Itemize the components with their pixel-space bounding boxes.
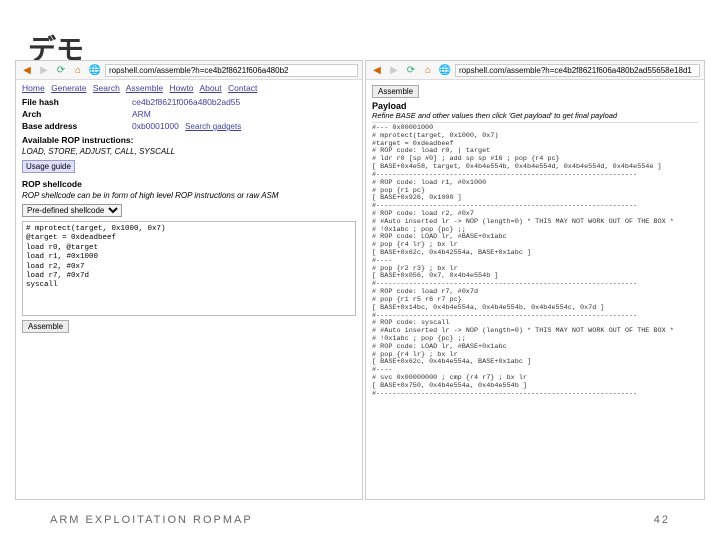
nav-assemble[interactable]: Assemble [126, 83, 163, 93]
page-content-right: Assemble Payload Refine BASE and other v… [366, 80, 704, 499]
base-value: 0xb0001000 [132, 121, 179, 131]
browser-window-left: ◀ ▶ ⟳ ⌂ 🌐 ropshell.com/assemble?h=ce4b2f… [15, 60, 363, 500]
site-icon: 🌐 [88, 63, 102, 77]
payload-subtitle: Refine BASE and other values then click … [372, 111, 698, 120]
shellcode-textarea[interactable]: # mprotect(target, 0x1000, 0x7) @target … [22, 221, 356, 316]
rop-shellcode-title: ROP shellcode [22, 179, 356, 189]
slide-footer: ARM EXPLOITATION ROPMAP 42 [0, 514, 720, 526]
reload-icon[interactable]: ⟳ [54, 63, 68, 77]
browser-pair: ◀ ▶ ⟳ ⌂ 🌐 ropshell.com/assemble?h=ce4b2f… [15, 60, 705, 500]
url-bar[interactable]: ropshell.com/assemble?h=ce4b2f8621f606a4… [455, 64, 700, 77]
shellcode-select[interactable]: Pre-defined shellcode [22, 204, 122, 217]
arch-row: Arch ARM [22, 109, 356, 119]
browser-toolbar: ◀ ▶ ⟳ ⌂ 🌐 ropshell.com/assemble?h=ce4b2f… [366, 61, 704, 80]
site-icon: 🌐 [438, 63, 452, 77]
nav-about[interactable]: About [199, 83, 221, 93]
payload-title: Payload [372, 101, 698, 111]
footer-page-number: 42 [654, 514, 670, 526]
forward-icon[interactable]: ▶ [37, 63, 51, 77]
footer-left: ARM EXPLOITATION ROPMAP [50, 514, 253, 526]
avail-rop-title: Available ROP instructions: [22, 135, 356, 145]
file-hash-value: ce4b2f8621f006a480b2ad55 [132, 97, 240, 107]
assemble-button[interactable]: Assemble [22, 320, 69, 333]
search-gadgets-link[interactable]: Search gadgets [185, 122, 241, 131]
assemble-accordion[interactable]: Assemble [372, 85, 419, 98]
avail-rop-list: LOAD, STORE, ADJUST, CALL, SYSCALL [22, 147, 356, 156]
nav-generate[interactable]: Generate [51, 83, 86, 93]
nav-menu: Home Generate Search Assemble Howto Abou… [22, 83, 356, 93]
back-icon[interactable]: ◀ [20, 63, 34, 77]
home-icon[interactable]: ⌂ [71, 63, 85, 77]
file-hash-label: File hash [22, 97, 132, 107]
nav-howto[interactable]: Howto [169, 83, 193, 93]
page-content-left: Home Generate Search Assemble Howto Abou… [16, 80, 362, 499]
nav-home[interactable]: Home [22, 83, 45, 93]
nav-contact[interactable]: Contact [228, 83, 257, 93]
usage-guide-button[interactable]: Usage guide [22, 160, 75, 173]
forward-icon[interactable]: ▶ [387, 63, 401, 77]
base-row: Base address 0xb0001000 Search gadgets [22, 121, 356, 131]
payload-output: #--- 0x00001000 # mprotect(target, 0x100… [372, 122, 698, 398]
back-icon[interactable]: ◀ [370, 63, 384, 77]
rop-shellcode-sub: ROP shellcode can be in form of high lev… [22, 191, 356, 200]
reload-icon[interactable]: ⟳ [404, 63, 418, 77]
browser-window-right: ◀ ▶ ⟳ ⌂ 🌐 ropshell.com/assemble?h=ce4b2f… [365, 60, 705, 500]
url-bar[interactable]: ropshell.com/assemble?h=ce4b2f8621f606a4… [105, 64, 358, 77]
nav-search[interactable]: Search [93, 83, 120, 93]
file-hash-row: File hash ce4b2f8621f006a480b2ad55 [22, 97, 356, 107]
browser-toolbar: ◀ ▶ ⟳ ⌂ 🌐 ropshell.com/assemble?h=ce4b2f… [16, 61, 362, 80]
home-icon[interactable]: ⌂ [421, 63, 435, 77]
arch-value: ARM [132, 109, 151, 119]
base-label: Base address [22, 121, 132, 131]
arch-label: Arch [22, 109, 132, 119]
